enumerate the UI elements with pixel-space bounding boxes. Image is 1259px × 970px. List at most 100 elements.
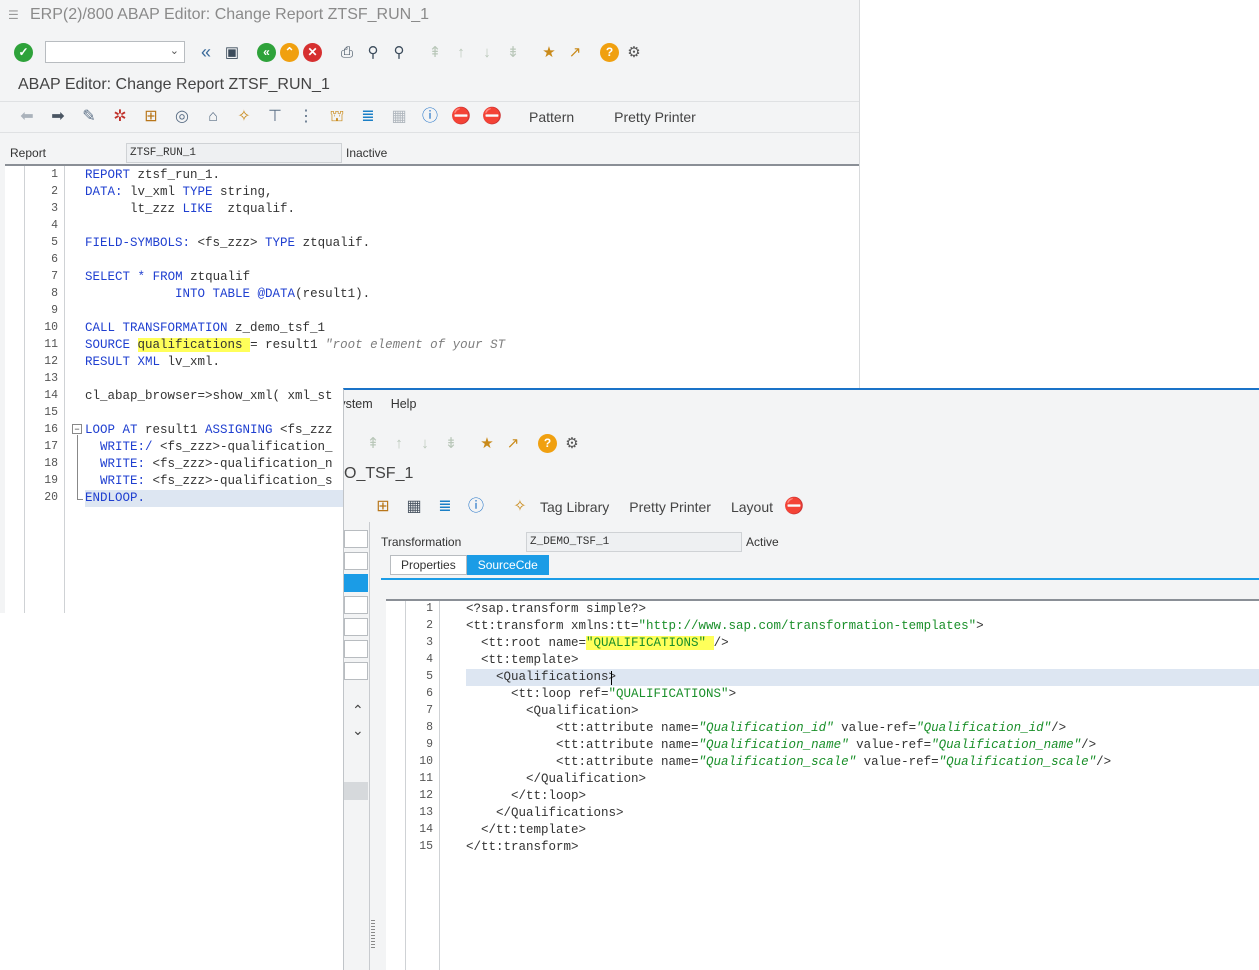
nav-field[interactable] — [344, 640, 368, 658]
report-name-field[interactable]: ZTSF_RUN_1 — [126, 143, 342, 163]
check-icon[interactable]: ⊞ — [372, 496, 394, 518]
menu-system[interactable]: System — [344, 397, 373, 411]
code-line: </tt:template> — [466, 823, 587, 837]
stop-breakpoint-icon[interactable]: ⛔ — [450, 106, 472, 128]
back-icon[interactable]: « — [257, 42, 276, 62]
session-breakpoint-icon[interactable]: ⛔ — [481, 106, 503, 128]
code-line: FIELD-SYMBOLS: <fs_zzz> TYPE ztqualif. — [85, 236, 371, 250]
line-number: 16 — [44, 423, 58, 436]
new-session-icon[interactable]: ★ — [476, 432, 498, 454]
scroll-down-icon[interactable]: ⌄ — [352, 722, 364, 739]
pattern-button[interactable]: Pattern — [529, 109, 574, 125]
code-line: INTO TABLE @DATA(result1). — [175, 287, 371, 301]
print-icon[interactable]: ⎙ — [336, 41, 358, 63]
splitter-handle[interactable] — [371, 920, 375, 950]
tab-properties[interactable]: Properties — [390, 555, 467, 575]
stop-breakpoint-icon[interactable]: ⛔ — [783, 496, 805, 518]
object-list-icon[interactable]: ⋮ — [295, 106, 317, 128]
previous-page-icon[interactable]: ↑ — [388, 432, 410, 454]
editor-margin — [5, 166, 25, 613]
help-icon[interactable]: ? — [538, 433, 557, 453]
window-menu-icon[interactable]: ☰ — [8, 8, 24, 22]
report-status: Inactive — [346, 146, 388, 160]
hierarchy-icon[interactable]: ⛫ — [326, 106, 348, 128]
line-number: 6 — [426, 687, 433, 700]
save-icon[interactable]: ▣ — [221, 41, 243, 63]
nav-bar — [344, 782, 368, 800]
scroll-up-icon[interactable]: ⌃ — [352, 702, 364, 719]
nav-field[interactable] — [344, 596, 368, 614]
nav-item-selected[interactable] — [344, 574, 368, 592]
shortcut-icon[interactable]: ↗ — [564, 41, 586, 63]
navigation-icon[interactable]: ≣ — [357, 106, 379, 128]
line-number: 14 — [44, 389, 58, 402]
transformation-name-field[interactable]: Z_DEMO_TSF_1 — [526, 532, 742, 552]
where-used-icon[interactable]: ⌂ — [202, 106, 224, 128]
other-object-icon[interactable]: ⊤ — [264, 106, 286, 128]
arrow-right-icon[interactable]: ➡ — [47, 106, 69, 128]
line-number: 20 — [44, 491, 58, 504]
window-titlebar: ☰ ERP(2)/800 ABAP Editor: Change Report … — [0, 0, 859, 30]
settings-icon[interactable]: ⚙ — [561, 432, 583, 454]
fold-collapse-icon[interactable]: − — [72, 424, 82, 434]
wizard-icon[interactable]: ✧ — [233, 106, 255, 128]
table-icon[interactable]: ▦ — [388, 106, 410, 128]
first-page-icon[interactable]: ⇞ — [424, 41, 446, 63]
help-icon[interactable]: ? — [600, 42, 619, 62]
text-cursor — [611, 671, 612, 685]
last-page-icon[interactable]: ⇟ — [440, 432, 462, 454]
line-number: 1 — [426, 602, 433, 615]
settings-icon[interactable]: ⚙ — [623, 41, 645, 63]
info-icon[interactable]: ⓘ — [465, 496, 487, 518]
arrow-left-icon[interactable]: ⬅ — [16, 106, 38, 128]
find-icon[interactable]: ⚲ — [362, 41, 384, 63]
first-page-icon[interactable]: ⇞ — [362, 432, 384, 454]
command-field[interactable]: ⌄ — [45, 41, 185, 63]
last-page-icon[interactable]: ⇟ — [502, 41, 524, 63]
info-icon[interactable]: ⓘ — [419, 106, 441, 128]
activate-icon[interactable]: ✲ — [109, 106, 131, 128]
code-line: <tt:transform xmlns:tt="http://www.sap.c… — [466, 619, 984, 633]
line-number-gutter: 1 2 3 4 5 6 7 8 9 10 11 12 13 14 15 16 17 18 19 20 — [25, 166, 65, 613]
cancel-icon[interactable]: ✕ — [303, 42, 322, 62]
code-line: </Qualification> — [466, 772, 647, 786]
previous-page-icon[interactable]: ↑ — [450, 41, 472, 63]
exit-icon[interactable]: ⌃ — [280, 42, 299, 62]
collapse-left-icon[interactable]: « — [195, 41, 217, 63]
nav-field[interactable] — [344, 662, 368, 680]
line-number: 18 — [44, 457, 58, 470]
pretty-printer-button-2[interactable]: Pretty Printer — [629, 499, 711, 515]
new-session-icon[interactable]: ★ — [538, 41, 560, 63]
menu-help[interactable]: Help — [391, 397, 417, 411]
pretty-printer-button[interactable]: Pretty Printer — [614, 109, 696, 125]
line-number: 11 — [44, 338, 58, 351]
next-page-icon[interactable]: ↓ — [414, 432, 436, 454]
display-change-icon[interactable]: ✎ — [78, 106, 100, 128]
application-toolbar-2: ⊞ ▦ ≣ ⓘ ✧ Tag Library Pretty Printer Lay… — [344, 491, 1259, 523]
line-number: 15 — [419, 840, 433, 853]
nav-field[interactable] — [344, 618, 368, 636]
line-number: 15 — [44, 406, 58, 419]
chevron-down-icon[interactable]: ⌄ — [170, 44, 179, 57]
nav-field[interactable] — [344, 552, 368, 570]
line-number: 4 — [51, 219, 58, 232]
tag-library-button[interactable]: Tag Library — [540, 499, 609, 515]
nav-field[interactable] — [344, 530, 368, 548]
line-number: 3 — [51, 202, 58, 215]
shortcut-icon[interactable]: ↗ — [502, 432, 524, 454]
test-icon[interactable]: ◎ — [171, 106, 193, 128]
layout-button[interactable]: Layout — [731, 499, 773, 515]
code-line: <tt:template> — [466, 653, 579, 667]
line-number: 19 — [44, 474, 58, 487]
wizard-icon[interactable]: ✧ — [509, 496, 531, 518]
code-line: <tt:root name="QUALIFICATIONS" /> — [466, 636, 729, 650]
tab-sourcecode[interactable]: SourceCde — [466, 555, 549, 575]
navigation-icon[interactable]: ≣ — [434, 496, 456, 518]
check-icon[interactable]: ⊞ — [140, 106, 162, 128]
table-icon[interactable]: ▦ — [403, 496, 425, 518]
find-next-icon[interactable]: ⚲ — [388, 41, 410, 63]
next-page-icon[interactable]: ↓ — [476, 41, 498, 63]
enter-check-icon[interactable]: ✓ — [14, 42, 33, 62]
tab-strip: Properties SourceCde — [390, 555, 549, 575]
xml-code-editor[interactable]: 1 2 3 4 5 6 7 8 9 10 11 12 13 14 15 <?sap.transform si… — [386, 599, 1259, 970]
